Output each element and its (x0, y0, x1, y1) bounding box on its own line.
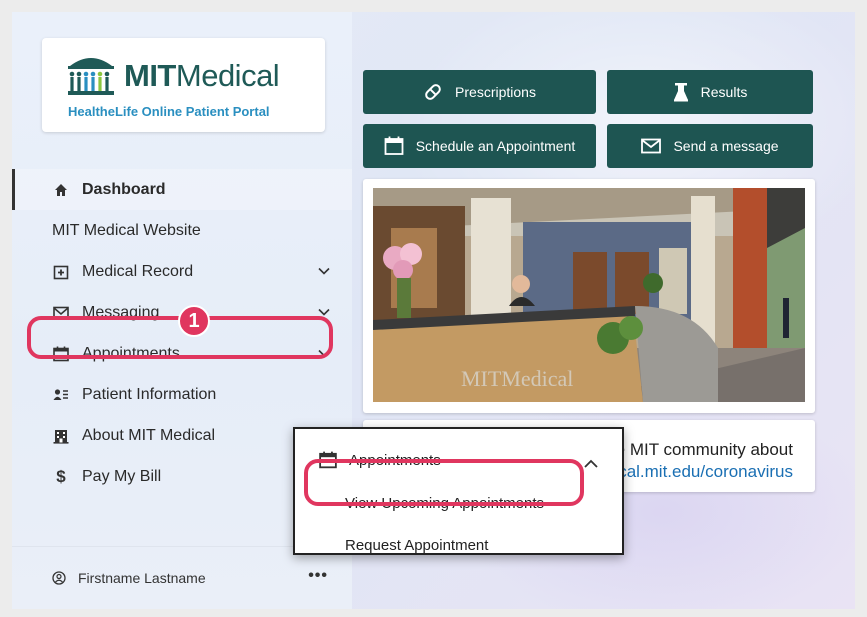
logo-card[interactable]: MITMedical HealtheLife Online Patient Po… (42, 38, 325, 132)
prescriptions-button[interactable]: Prescriptions (363, 70, 596, 114)
mit-medical-logo-icon (68, 58, 114, 95)
send-message-label: Send a message (673, 138, 779, 154)
sidebar-item-dashboard[interactable]: Dashboard (12, 169, 352, 210)
sidebar-item-mit-medical-website[interactable]: MIT Medical Website (12, 210, 352, 251)
user-name: Firstname Lastname (78, 570, 206, 586)
calendar-icon (384, 136, 404, 155)
medical-record-icon (52, 263, 70, 281)
building-icon (52, 427, 70, 445)
logo-title: MITMedical (124, 58, 280, 93)
request-appointment-item[interactable]: Request Appointment (345, 537, 488, 554)
clinic-lobby-photo: MITMedical (373, 188, 805, 402)
sidebar-item-label: About MIT Medical (82, 426, 216, 444)
sidebar-item-label: Patient Information (82, 385, 217, 403)
coronavirus-link[interactable]: cal.mit.edu/coronavirus (618, 462, 793, 482)
hero-image-card: MITMedical (363, 179, 815, 413)
schedule-appointment-label: Schedule an Appointment (415, 138, 576, 154)
sidebar-item-label: Medical Record (82, 262, 194, 280)
logo-subtitle: HealtheLife Online Patient Portal (68, 104, 270, 119)
sidebar-item-label: Pay My Bill (82, 467, 162, 485)
hero-sign-text: MITMedical (461, 366, 573, 391)
id-card-icon (52, 386, 70, 404)
step-1-badge: 1 (178, 305, 210, 337)
sidebar-item-label: Dashboard (82, 180, 166, 198)
dollar-icon: $ (56, 466, 66, 486)
prescriptions-label: Prescriptions (455, 84, 536, 100)
send-message-button[interactable]: Send a message (607, 124, 813, 168)
results-label: Results (700, 84, 748, 100)
sidebar-item-patient-information[interactable]: Patient Information (12, 374, 352, 415)
pill-icon (425, 84, 441, 100)
more-options-icon[interactable]: ••• (308, 567, 328, 585)
results-button[interactable]: Results (607, 70, 813, 114)
highlight-view-upcoming (304, 459, 584, 506)
sidebar-item-label: MIT Medical Website (52, 221, 201, 239)
schedule-appointment-button[interactable]: Schedule an Appointment (363, 124, 596, 168)
sidebar-item-medical-record[interactable]: Medical Record (12, 251, 352, 292)
chevron-down-icon[interactable] (318, 265, 330, 277)
chevron-up-icon[interactable] (584, 459, 598, 469)
app-frame: MITMedical HealtheLife Online Patient Po… (12, 12, 855, 609)
user-account-row[interactable]: Firstname Lastname ••• (12, 546, 352, 609)
flask-icon (673, 83, 688, 102)
user-circle-icon (52, 571, 66, 585)
home-icon (52, 181, 70, 199)
envelope-icon (641, 138, 662, 154)
info-text: e MIT community about (615, 440, 793, 459)
